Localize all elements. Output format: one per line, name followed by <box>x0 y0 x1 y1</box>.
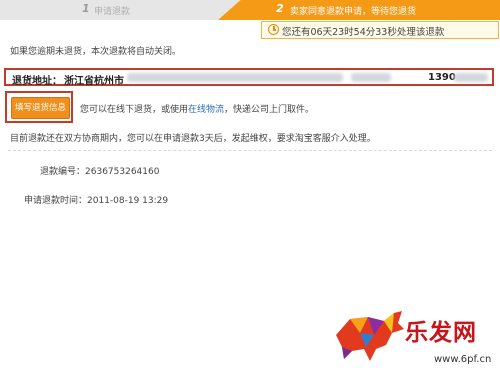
watermark-url: www.6pf.cn <box>434 354 492 365</box>
step-apply-refund: 1 申请退款 <box>0 0 240 20</box>
refund-number-value: 2636753264160 <box>85 167 160 177</box>
address-blurred <box>351 73 391 82</box>
countdown-notice: 您还有06天23时54分33秒处理该退款 <box>261 21 499 39</box>
step-awaiting-return: 2 卖家同意退款申请，等待您退货 <box>218 0 500 20</box>
phone-blurred <box>454 73 488 82</box>
countdown-text: 您还有06天23时54分33秒处理该退款 <box>282 27 445 38</box>
negotiation-notice: 目前退款还在双方协商期内，您可以在申请退款3天后，发起维权，要求淘宝客服介入处理… <box>10 134 376 144</box>
fill-return-info-button[interactable]: 填写退货信息 <box>11 97 70 119</box>
return-options-text: 您可以在线下退货，或使用在线物流，快递公司上门取件。 <box>80 102 314 115</box>
step-label: 卖家同意退款申请，等待您退货 <box>290 7 417 17</box>
apply-time-value: 2011-08-19 13:29 <box>87 196 169 206</box>
divider <box>8 150 492 151</box>
step-number: 1 <box>82 2 90 15</box>
online-logistics-link[interactable]: 在线物流 <box>188 105 224 115</box>
apply-time-label: 申请退款时间： <box>24 196 88 206</box>
clock-icon <box>268 24 279 35</box>
step-progress-bar: 1 申请退款 2 卖家同意退款申请，等待您退货 <box>0 0 500 20</box>
refund-number-label: 退款编号： <box>40 167 86 177</box>
bull-logo-icon <box>336 311 404 361</box>
overdue-notice: 如果您逾期未退货，本次退款将自动关闭。 <box>10 47 182 57</box>
return-options-before: 您可以在线下退货，或使用 <box>80 105 189 115</box>
step-label: 申请退款 <box>94 7 131 17</box>
return-options-after: ，快递公司上门取件。 <box>224 105 315 115</box>
button-highlight: 填写退货信息 <box>5 91 73 123</box>
address-phone: 1390 <box>428 72 456 83</box>
address-city: 浙江省杭州市 <box>64 76 124 87</box>
return-address: 退货地址： 浙江省杭州市 1390 <box>4 68 494 87</box>
apply-time: 申请退款时间：2011-08-19 13:29 <box>24 193 168 206</box>
step-number: 2 <box>276 2 284 15</box>
watermark-brand: 乐发网 <box>405 319 477 346</box>
address-blurred <box>127 73 343 82</box>
address-label: 退货地址： <box>12 76 62 87</box>
refund-number: 退款编号：2636753264160 <box>40 164 159 177</box>
